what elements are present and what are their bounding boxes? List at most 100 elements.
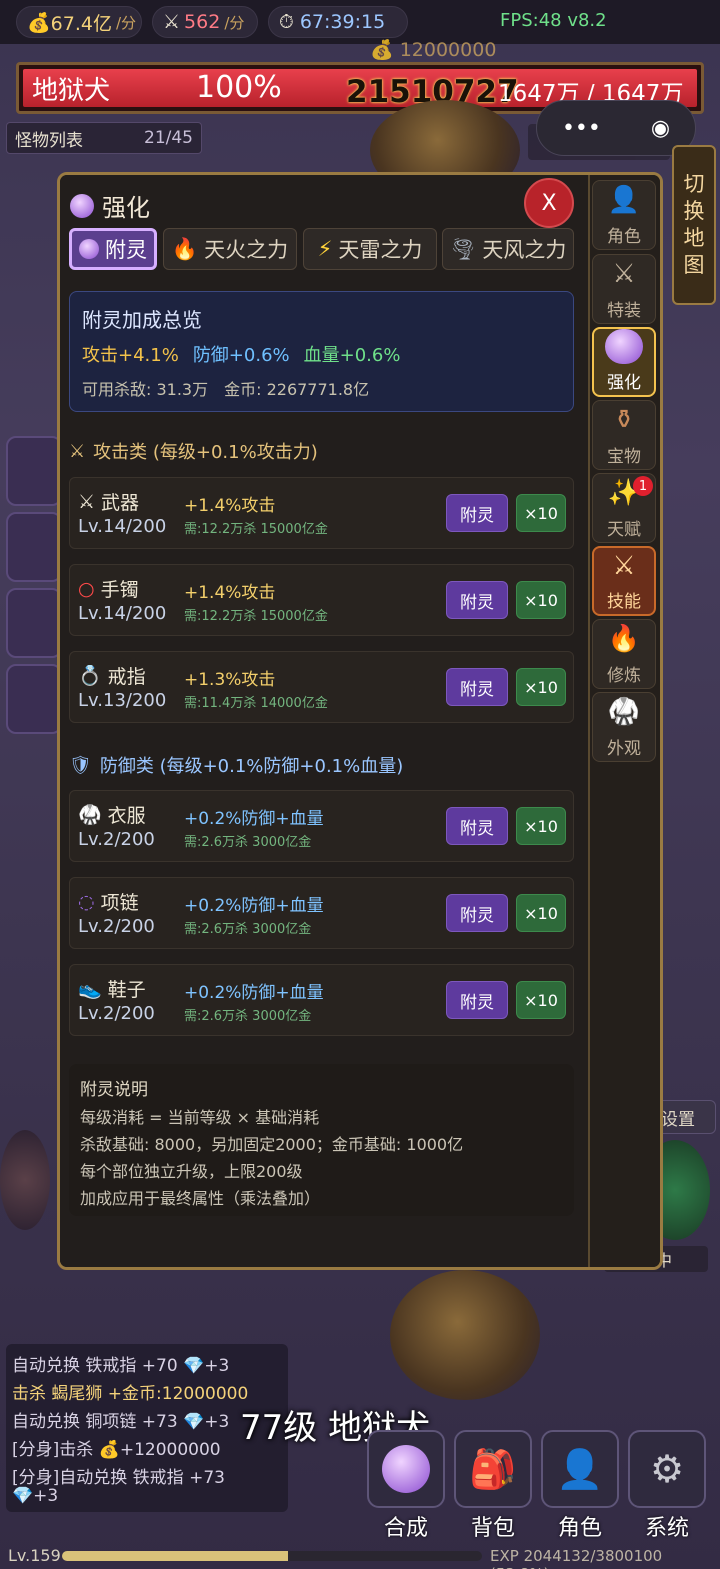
nav-system[interactable]: ⚙ [628, 1430, 706, 1508]
more-dots-icon[interactable]: ••• [562, 116, 601, 141]
rail-cultivate[interactable]: 🔥 修炼 [592, 619, 656, 689]
swords-icon: ⚔ [612, 258, 636, 289]
shoe-icon: 👟 [78, 978, 102, 1000]
summary-gold: 金币: 2267771.8亿 [224, 380, 370, 399]
boss-hp-percent: 100% [196, 70, 282, 105]
log-line: 自动兑换 铁戒指 +70 💎+3 [12, 1356, 230, 1376]
slot-name-text: 戒指 [107, 666, 146, 688]
fps-version: FPS:48 v8.2 [500, 10, 607, 31]
slot-bonus: +0.2%防御+血量 [184, 809, 324, 829]
exp-bar [62, 1551, 482, 1561]
backpack-icon: 🎒 [469, 1446, 517, 1491]
rail-label: 角色 [607, 227, 641, 247]
summary-defense: 防御+0.6% [192, 345, 290, 366]
rail-skill[interactable]: ⚔ 技能 [592, 546, 656, 616]
switch-map-button[interactable]: 切 换 地 图 [672, 145, 716, 305]
fire-icon: 🔥 [171, 236, 199, 261]
slot-cost: 需:2.6万杀 3000亿金 [184, 922, 312, 937]
pot-icon: ⚱ [613, 404, 635, 435]
log-line: 自动兑换 铜项链 +73 💎+3 [12, 1412, 230, 1432]
robe-icon: 🥋 [607, 696, 641, 727]
nav-backpack[interactable]: 🎒 [454, 1430, 532, 1508]
enchant-x10-button[interactable]: ×10 [516, 668, 566, 706]
tab-label: 天风之力 [482, 238, 567, 262]
enchant-button[interactable]: 附灵 [446, 668, 508, 706]
tab-heaven-wind[interactable]: 🌪 天风之力 [442, 228, 574, 270]
defense-section-title: 防御类 (每级+0.1%防御+0.1%血量) [99, 756, 404, 777]
defense-section-header: 🛡 防御类 (每级+0.1%防御+0.1%血量) [69, 752, 403, 778]
switch-map-char: 切 [683, 172, 705, 196]
slot-level: Lv.13/200 [78, 690, 167, 711]
boss-gold-drop: 💰 12000000 [370, 39, 497, 61]
enchant-button[interactable]: 附灵 [446, 894, 508, 932]
enchant-button[interactable]: 附灵 [446, 581, 508, 619]
tab-label: 附灵 [105, 238, 147, 262]
enchant-button[interactable]: 附灵 [446, 807, 508, 845]
slot-name-text: 鞋子 [107, 979, 146, 1001]
kill-rate-pill: ⚔ 562 /分 [152, 6, 258, 38]
desc-line: 每级消耗 = 当前等级 × 基础消耗 [80, 1108, 320, 1127]
close-circle-icon[interactable]: ◉ [651, 116, 670, 141]
gear-icon: ⚙ [649, 1447, 685, 1491]
slot-cost: 需:2.6万杀 3000亿金 [184, 835, 312, 850]
swords-icon: ⚔ [612, 550, 636, 581]
boss-gold-drop-value: 12000000 [399, 39, 497, 61]
nav-character-label: 角色 [557, 1516, 602, 1541]
switch-map-char: 换 [683, 199, 705, 223]
summary-bonuses: 攻击+4.1% 防御+0.6% 血量+0.6% [82, 341, 400, 367]
crossed-swords-icon: ⚔ [163, 11, 181, 33]
enchant-x10-button[interactable]: ×10 [516, 807, 566, 845]
enchant-x10-button[interactable]: ×10 [516, 894, 566, 932]
rail-enhance[interactable]: 强化 [592, 327, 656, 397]
enchant-button[interactable]: 附灵 [446, 981, 508, 1019]
battle-side-button[interactable] [6, 588, 62, 658]
rail-label: 天赋 [607, 520, 641, 540]
rail-label: 外观 [607, 739, 641, 759]
orb-icon [382, 1445, 430, 1493]
tab-heaven-fire[interactable]: 🔥 天火之力 [163, 228, 297, 270]
nav-character[interactable]: 👤 [541, 1430, 619, 1508]
log-line: [分身]自动兑换 铁戒指 +73 [12, 1468, 225, 1488]
slot-bonus: +1.4%攻击 [184, 496, 276, 516]
shop-side-button[interactable] [6, 512, 62, 582]
attack-section-title: 攻击类 (每级+0.1%攻击力) [93, 442, 318, 463]
weapon-side-button[interactable] [6, 436, 62, 506]
slot-level: Lv.2/200 [78, 829, 155, 850]
summary-attack: 攻击+4.1% [82, 345, 179, 366]
timer-value: 67:39:15 [299, 11, 386, 33]
summary-hp: 血量+0.6% [303, 345, 401, 366]
nav-merge[interactable] [367, 1430, 445, 1508]
exp-fill [62, 1551, 288, 1561]
attack-section-header: ⚔ 攻击类 (每级+0.1%攻击力) [69, 438, 318, 464]
tab-label: 天火之力 [204, 238, 289, 262]
enchant-button[interactable]: 附灵 [446, 494, 508, 532]
slot-bonus: +0.2%防御+血量 [184, 896, 324, 916]
tab-enchant[interactable]: 附灵 [69, 228, 157, 270]
rail-label: 强化 [607, 373, 641, 393]
tab-heaven-thunder[interactable]: ⚡ 天雷之力 [303, 228, 437, 270]
slot-name: ⚔ 武器 [78, 488, 139, 515]
enchant-x10-button[interactable]: ×10 [516, 581, 566, 619]
rail-appearance[interactable]: 🥋 外观 [592, 692, 656, 762]
crossed-swords-icon: ⚔ [69, 440, 86, 462]
gold-rate-unit: /分 [115, 13, 137, 32]
slot-name-text: 项链 [100, 892, 139, 914]
rail-character[interactable]: 👤 角色 [592, 180, 656, 250]
exp-text: EXP 2044132/3800100 (53.8%) [490, 1547, 663, 1569]
slot-name-text: 衣服 [107, 805, 146, 827]
gold-rate-pill: 💰 67.4亿 /分 [16, 6, 142, 38]
clone-side-button[interactable] [6, 664, 62, 734]
summary-title: 附灵加成总览 [82, 308, 202, 332]
slot-name-text: 手镯 [100, 579, 139, 601]
close-button[interactable]: X [524, 178, 574, 228]
necklace-icon: ◌ [78, 890, 95, 913]
enchant-x10-button[interactable]: ×10 [516, 494, 566, 532]
slot-level: Lv.14/200 [78, 516, 167, 537]
summary-resources: 可用杀敌: 31.3万 金币: 2267771.8亿 [82, 376, 369, 400]
hero-sprite [0, 1130, 50, 1230]
rail-special-gear[interactable]: ⚔ 特装 [592, 254, 656, 324]
enchant-x10-button[interactable]: ×10 [516, 981, 566, 1019]
monster-list-header[interactable]: 怪物列表 21/45 [6, 122, 202, 154]
rail-treasure[interactable]: ⚱ 宝物 [592, 400, 656, 470]
rail-talent[interactable]: ✨ 天赋 1 [592, 473, 656, 543]
